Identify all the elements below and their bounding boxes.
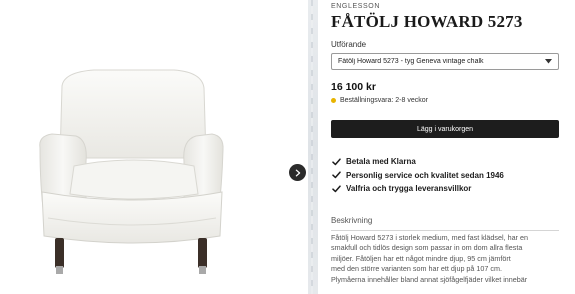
gallery-next-button[interactable]: [289, 164, 306, 181]
variant-label: Utförande: [331, 40, 367, 49]
checkmark-icon: [331, 170, 341, 180]
stock-status: Beställningsvara: 2-8 veckor: [331, 97, 428, 104]
usp-list: Betala med Klarna Personlig service och …: [331, 155, 504, 196]
variant-select-value: Fåtölj Howard 5273 - tyg Geneva vintage …: [338, 58, 484, 65]
description-text: Fåtölj Howard 5273 i storlek medium, med…: [331, 233, 561, 285]
usp-label: Personlig service och kvalitet sedan 194…: [346, 170, 504, 180]
product-gallery: [0, 0, 307, 294]
usp-item: Personlig service och kvalitet sedan 194…: [331, 169, 504, 183]
description-divider: [331, 230, 559, 231]
product-price: 16 100 kr: [331, 81, 376, 93]
chevron-down-icon: [544, 58, 552, 66]
description-line: Fåtölj Howard 5273 i storlek medium, med…: [331, 233, 528, 242]
stock-status-text: Beställningsvara: 2-8 veckor: [340, 97, 428, 104]
description-line: med den större varianten som har ett dju…: [331, 264, 502, 274]
armchair-image: [39, 69, 224, 274]
description-heading[interactable]: Beskrivning: [331, 216, 372, 225]
description-line: Plymåerna innehåller bland annat sjöfåge…: [331, 274, 528, 284]
usp-item: Betala med Klarna: [331, 155, 504, 169]
description-line: smakfull och tidlös design som passar in…: [331, 243, 523, 253]
product-info-panel: ENGLESSON FÅTÖLJ HOWARD 5273 Utförande F…: [331, 0, 561, 294]
usp-label: Valfria och trygga leveransvillkor: [346, 184, 472, 194]
variant-select[interactable]: Fåtölj Howard 5273 - tyg Geneva vintage …: [331, 53, 559, 70]
product-title: FÅTÖLJ HOWARD 5273: [331, 12, 523, 31]
checkmark-icon: [331, 184, 341, 194]
usp-item: Valfria och trygga leveransvillkor: [331, 182, 504, 196]
checkmark-icon: [331, 157, 341, 167]
gallery-divider: [308, 0, 318, 294]
description-line: miljöer. Fåtöljen har ett något mindre d…: [331, 253, 511, 263]
stock-indicator-icon: [331, 98, 336, 103]
chevron-right-icon: [295, 169, 300, 176]
usp-label: Betala med Klarna: [346, 157, 416, 167]
add-to-cart-button[interactable]: Lägg i varukorgen: [331, 120, 559, 138]
brand-name[interactable]: ENGLESSON: [331, 3, 380, 10]
